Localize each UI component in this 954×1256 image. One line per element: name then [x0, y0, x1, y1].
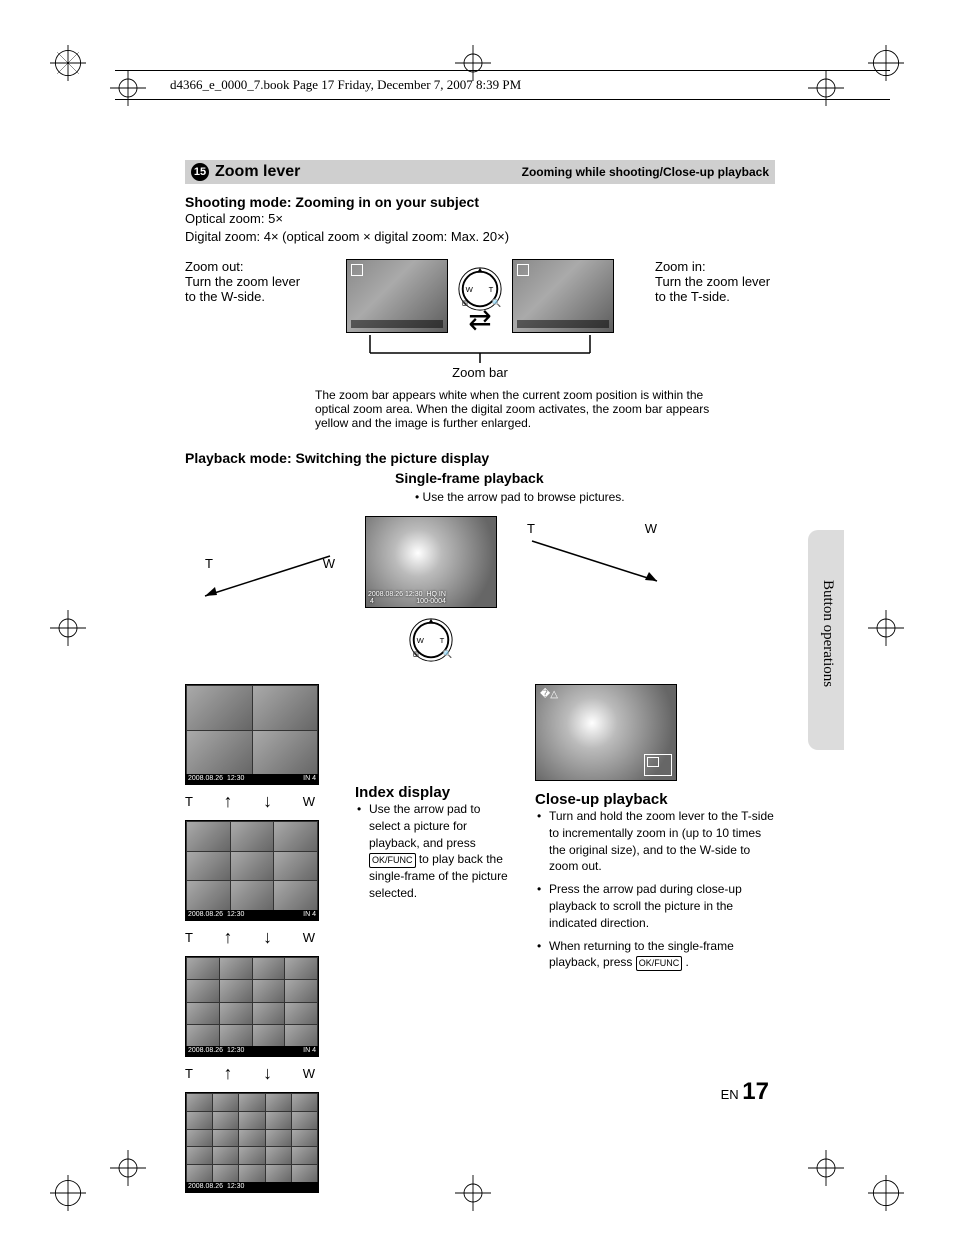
svg-text:🔍: 🔍 [492, 297, 502, 307]
svg-text:W: W [417, 636, 425, 645]
w-label: W [645, 521, 657, 536]
t-label: T [205, 556, 213, 571]
crop-mark-icon [110, 1150, 146, 1186]
registration-mark-icon [50, 45, 86, 81]
closeup-bullet-3: When returning to the single-frame playb… [535, 938, 775, 972]
optical-zoom-text: Optical zoom: 5× [185, 210, 775, 228]
closeup-bullet-2: Press the arrow pad during close-up play… [535, 881, 775, 931]
section-title: Zoom lever [215, 163, 522, 181]
registration-mark-icon [868, 1175, 904, 1211]
zoom-out-instruction: Zoom out: Turn the zoom lever to the W-s… [185, 259, 305, 304]
index-4x4: 2008.08.26 12:30IN 4 [185, 956, 319, 1057]
registration-mark-icon [50, 1175, 86, 1211]
svg-text:⊞: ⊞ [413, 649, 419, 658]
zoom-bar-label: Zoom bar [452, 365, 508, 380]
single-frame-heading: Single-frame playback [395, 470, 775, 486]
index-2x2: 2008.08.26 12:30IN 4 [185, 684, 319, 785]
svg-text:T: T [440, 636, 445, 645]
index-cascade: 2008.08.26 12:30IN 4 T↑↓W 2008.08.26 12:… [185, 684, 335, 1199]
playback-heading: Playback mode: Switching the picture dis… [185, 450, 775, 466]
section-number-badge: 15 [191, 163, 209, 181]
single-frame-note: Use the arrow pad to browse pictures. [423, 490, 625, 504]
leader-lines [315, 335, 645, 365]
closeup-preview: �△ [535, 684, 677, 781]
arrow-diag-right [527, 536, 677, 586]
zoomed-out-preview [346, 259, 448, 333]
w-label: W [323, 556, 335, 571]
digital-zoom-text: Digital zoom: 4× (optical zoom × digital… [185, 228, 775, 246]
svg-text:⊞: ⊞ [462, 298, 468, 307]
crop-mark-icon [868, 610, 904, 646]
crop-mark-icon [50, 610, 86, 646]
index-text: Use the arrow pad to select a picture fo… [355, 801, 515, 902]
single-frame-preview: 2008.08.26 12:30 HQ IN100-0004 4 [365, 516, 497, 608]
side-section-label: Button operations [819, 580, 836, 687]
section-title-bar: 15 Zoom lever Zooming while shooting/Clo… [185, 160, 775, 184]
section-subtitle: Zooming while shooting/Close-up playback [522, 165, 769, 179]
print-header: d4366_e_0000_7.book Page 17 Friday, Dece… [115, 70, 890, 100]
svg-text:T: T [489, 285, 494, 294]
arrow-up-icon: ↑ [224, 791, 233, 812]
index-5x5: 2008.08.26 12:30 [185, 1092, 319, 1193]
closeup-heading: Close-up playback [535, 791, 775, 808]
swap-arrows-icon: ⇄ [468, 313, 491, 327]
shooting-heading: Shooting mode: Zooming in on your subjec… [185, 194, 775, 210]
index-heading: Index display [355, 784, 515, 801]
svg-text:🔍: 🔍 [443, 648, 453, 658]
crop-mark-icon [808, 1150, 844, 1186]
closeup-bullet-1: Turn and hold the zoom lever to the T-si… [535, 808, 775, 875]
index-3x3: 2008.08.26 12:30IN 4 [185, 820, 319, 921]
zoom-bar-note: The zoom bar appears white when the curr… [315, 388, 715, 430]
svg-text:W: W [466, 285, 474, 294]
t-label: T [527, 521, 535, 536]
page-number: EN 17 [721, 1078, 769, 1106]
zoom-in-instruction: Zoom in: Turn the zoom lever to the T-si… [655, 259, 775, 304]
zoomed-in-preview [512, 259, 614, 333]
arrow-down-icon: ↓ [263, 791, 272, 812]
zoom-dial-icon: W T ⊞ 🔍 [407, 616, 455, 664]
